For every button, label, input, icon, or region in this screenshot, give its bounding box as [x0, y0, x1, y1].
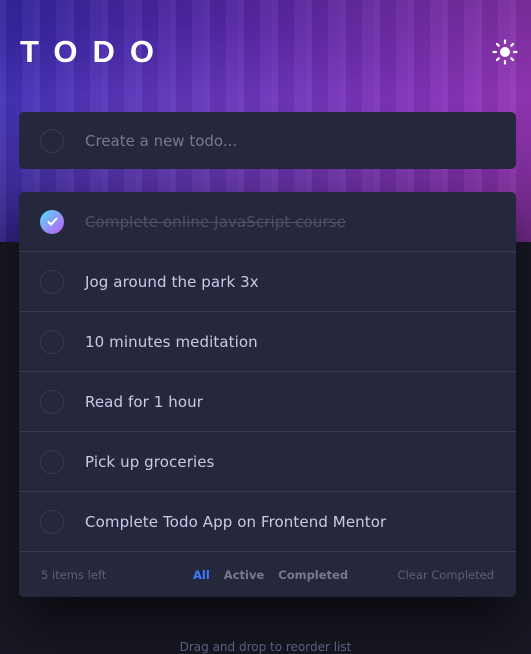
new-todo-checkbox[interactable]: [40, 128, 64, 153]
todo-item[interactable]: Read for 1 hour: [19, 372, 516, 432]
list-footer: 5 items left All Active Completed Clear …: [19, 552, 516, 597]
todo-text: Jog around the park 3x: [85, 272, 259, 291]
theme-toggle-button[interactable]: [491, 38, 519, 66]
filter-all-button[interactable]: All: [193, 568, 210, 582]
todo-text: Pick up groceries: [85, 452, 215, 471]
filter-group: All Active Completed: [193, 568, 348, 582]
reorder-hint: Drag and drop to reorder list: [179, 640, 352, 654]
todo-checkbox[interactable]: [40, 209, 64, 234]
todo-checkbox[interactable]: [40, 389, 64, 414]
filter-completed-button[interactable]: Completed: [278, 568, 348, 582]
todo-text: Read for 1 hour: [85, 392, 204, 411]
todo-text: Complete online JavaScript course: [85, 212, 346, 231]
todo-text: 10 minutes meditation: [85, 332, 258, 351]
todo-checkbox[interactable]: [40, 329, 64, 354]
todo-item[interactable]: Pick up groceries: [19, 432, 516, 492]
items-left-count: 5 items left: [41, 567, 107, 582]
todo-item[interactable]: 10 minutes meditation: [19, 312, 516, 372]
app-title: TODO: [20, 34, 169, 69]
todo-text: Complete Todo App on Frontend Mentor: [85, 512, 387, 531]
check-icon: [46, 217, 58, 226]
todo-checkbox[interactable]: [40, 449, 64, 474]
sun-icon: [492, 39, 518, 65]
todo-list: Complete online JavaScript course Jog ar…: [19, 192, 516, 597]
todo-checkbox[interactable]: [40, 509, 64, 534]
todo-item[interactable]: Jog around the park 3x: [19, 252, 516, 312]
todo-item[interactable]: Complete online JavaScript course: [19, 192, 516, 252]
todo-checkbox[interactable]: [40, 269, 64, 294]
todo-item[interactable]: Complete Todo App on Frontend Mentor: [19, 492, 516, 552]
new-todo-input[interactable]: [85, 131, 485, 150]
clear-completed-button[interactable]: Clear Completed: [398, 568, 494, 582]
filter-active-button[interactable]: Active: [224, 568, 264, 582]
new-todo-bar: [19, 112, 516, 169]
